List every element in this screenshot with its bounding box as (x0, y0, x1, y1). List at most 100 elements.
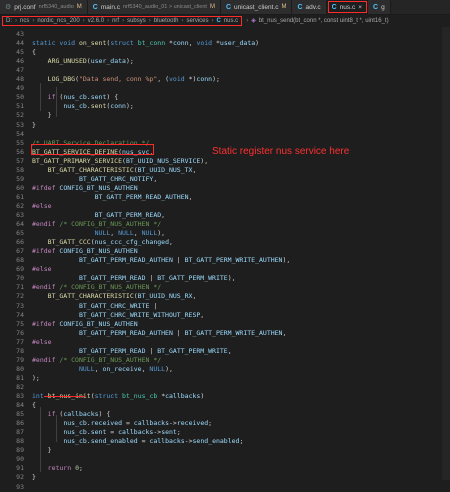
code-line: #ifdef CONFIG_BT_NUS_AUTHEN (32, 183, 138, 192)
line-number: 62 (16, 201, 24, 210)
line-number: 59 (16, 174, 24, 183)
indent-guide (40, 83, 41, 111)
breadcrumb-separator: › (148, 17, 151, 24)
close-icon[interactable]: × (358, 4, 362, 11)
code-line: #else (32, 265, 52, 274)
code-line: NULL, on_receive, NULL), (78, 364, 173, 373)
line-number: 87 (16, 428, 24, 437)
line-number: 81 (16, 373, 24, 382)
c-file-icon: C (216, 17, 221, 24)
line-number: 63 (16, 211, 24, 219)
tab-adv-c[interactable]: Cadv.c (292, 0, 327, 14)
indent-guide (40, 407, 41, 472)
code-line: #endif /* CONFIG_BT_NUS_AUTHEN */ (32, 283, 162, 292)
c-file-icon: C (92, 3, 98, 11)
indent-guide (56, 87, 57, 117)
c-file-icon: C (373, 3, 379, 11)
breadcrumb-segment[interactable]: nrf (112, 18, 119, 24)
tab-nus-c[interactable]: Cnus.c × (326, 0, 368, 14)
line-number: 54 (16, 129, 24, 138)
code-line: ); (32, 373, 40, 382)
line-number: 76 (16, 328, 24, 337)
breadcrumb-segment[interactable]: nordic_ncs_200 (37, 18, 79, 24)
line-number: 84 (16, 401, 24, 410)
symbol-icon: ◈ (251, 18, 256, 24)
breadcrumb-segment[interactable]: services (186, 18, 208, 24)
line-number: 67 (16, 247, 24, 256)
line-number: 68 (16, 256, 24, 265)
line-number: 93 (16, 482, 24, 491)
code-line: } (32, 111, 52, 120)
code-line: BT_GATT_CHRC_NOTIFY, (78, 174, 158, 183)
indent-guide (56, 415, 57, 442)
line-number: 48 (16, 75, 24, 84)
c-file-icon: C (331, 3, 337, 11)
tab-status-badge: M (281, 4, 287, 10)
line-number: 50 (16, 93, 24, 102)
line-number: 53 (16, 120, 24, 129)
line-number: 57 (16, 156, 24, 165)
code-line: LOG_DBG("Data send, conn %p", (void *)co… (47, 75, 220, 84)
code-line: BT_GATT_PERM_READ_AUTHEN | BT_GATT_PERM_… (78, 256, 291, 265)
breadcrumb-path-highlight: D: › ncs › nordic_ncs_200 › v2.6.0 › nrf › subsys ›… (2, 15, 243, 26)
line-number: 75 (16, 319, 24, 328)
code-line: ARG_UNUSED(user_data); (47, 57, 134, 66)
line-number: 44 (16, 39, 24, 48)
breadcrumb-segment[interactable]: subsys (127, 18, 146, 24)
line-number: 46 (16, 57, 24, 66)
breadcrumb-segment[interactable]: bluetooth (154, 18, 179, 24)
line-number: 71 (16, 283, 24, 292)
line-number: 69 (16, 265, 24, 274)
code-line: nus_cb.send_enabled = callbacks->send_en… (63, 437, 244, 446)
breadcrumb-separator: › (246, 17, 249, 24)
tab-unicast-client-c[interactable]: Cunicast_client.c M (220, 0, 293, 14)
code-line: BT_GATT_PRIMARY_SERVICE(BT_UUID_NUS_SERV… (32, 156, 209, 165)
breadcrumb-separator: › (107, 17, 110, 24)
line-number: 91 (16, 464, 24, 473)
tab-g[interactable]: Cg (368, 0, 391, 14)
tab-prj-conf[interactable]: ⚙ prj.conf nrf5340_audio M (0, 0, 88, 14)
breadcrumb-segment[interactable]: v2.6.0 (88, 18, 104, 24)
code-line: nus_cb.sent = callbacks->sent; (63, 428, 181, 437)
line-number: 56 (16, 147, 24, 156)
code-line: BT_GATT_PERM_READ_AUTHEN, (94, 192, 193, 201)
breadcrumb-file[interactable]: nus.c (224, 18, 238, 24)
service-define-highlight (31, 144, 154, 155)
tab-label: prj.conf (14, 3, 36, 11)
code-line: if (callbacks) { (47, 410, 111, 419)
line-number: 72 (16, 292, 24, 301)
code-line: NULL, NULL, NULL), (94, 229, 166, 238)
line-number: 52 (16, 111, 24, 120)
code-line: #endif /* CONFIG_BT_NUS_AUTHEN */ (32, 220, 162, 229)
tab-label: nus.c (339, 3, 356, 11)
gear-icon: ⚙ (5, 4, 12, 11)
line-number: 83 (16, 392, 24, 400)
annotation-text: Static register nus service here (212, 146, 350, 157)
line-number: 78 (16, 346, 24, 355)
line-number: 43 (16, 30, 24, 38)
line-number: 85 (16, 410, 24, 419)
line-number: 70 (16, 274, 24, 283)
code-line: BT_GATT_PERM_READ, (94, 211, 166, 219)
code-line: #ifdef CONFIG_BT_NUS_AUTHEN (32, 247, 138, 256)
breadcrumb-separator: › (15, 17, 17, 24)
breadcrumb-separator: › (122, 17, 125, 24)
breadcrumb-segment[interactable]: D: (6, 18, 12, 24)
breadcrumb-segment[interactable]: ncs (20, 18, 29, 24)
scrollbar[interactable] (442, 27, 450, 480)
code-line: BT_GATT_PERM_READ_AUTHEN | BT_GATT_PERM_… (78, 328, 287, 337)
code-line: #else (32, 337, 52, 346)
line-number: 82 (16, 382, 24, 391)
breadcrumb-separator: › (32, 17, 35, 24)
breadcrumb: D: › ncs › nordic_ncs_200 › v2.6.0 › nrf › subsys ›… (0, 15, 450, 26)
code-editor[interactable]: 43 44 static void on_sent(struct bt_conn *… (0, 27, 450, 491)
line-number: 74 (16, 310, 24, 319)
breadcrumb-separator: › (181, 17, 184, 24)
line-number: 65 (16, 229, 24, 238)
line-number: 89 (16, 446, 24, 455)
breadcrumb-symbol[interactable]: bt_nus_send(bt_conn *, const uint8_t *, … (259, 18, 389, 24)
breadcrumb-separator: › (82, 17, 85, 24)
tab-main-c[interactable]: Cmain.c nrf5340_audio_01 > unicast_client… (87, 0, 221, 14)
line-number: 88 (16, 437, 24, 446)
line-number: 92 (16, 473, 24, 482)
